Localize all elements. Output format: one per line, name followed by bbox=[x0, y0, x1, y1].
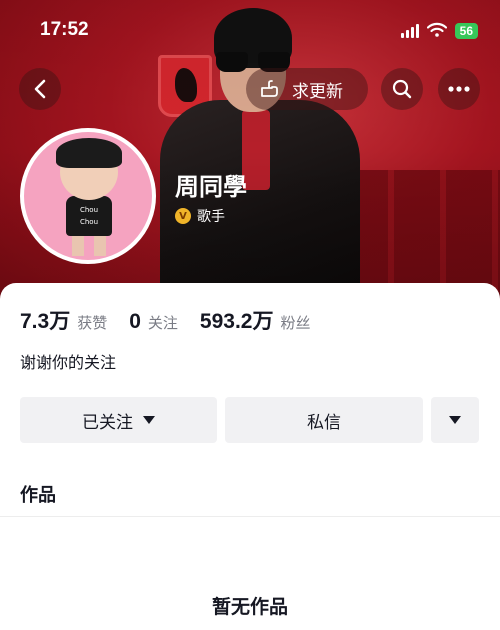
empty-state-text: 暂无作品 bbox=[211, 596, 288, 618]
more-dots-icon bbox=[448, 86, 470, 92]
followed-label: 已关注 bbox=[82, 412, 133, 433]
avatar-shirt-print: Chou Chou bbox=[79, 206, 99, 226]
stat-likes[interactable]: 7.3万 获赞 bbox=[20, 305, 107, 335]
profile-tag: V 歌手 bbox=[175, 206, 225, 226]
expand-button[interactable] bbox=[431, 397, 479, 443]
status-time: 17:52 bbox=[40, 19, 89, 40]
stat-label: 粉丝 bbox=[280, 314, 311, 332]
profile-name: 周同學 bbox=[175, 173, 247, 201]
message-button[interactable]: 私信 bbox=[225, 397, 423, 443]
stat-value: 593.2万 bbox=[199, 310, 274, 333]
back-button[interactable] bbox=[19, 68, 61, 110]
caret-down-icon bbox=[449, 416, 461, 424]
stat-following[interactable]: 0 关注 bbox=[129, 310, 178, 334]
divider bbox=[0, 516, 500, 517]
profile-card: 7.3万 获赞 0 关注 593.2万 粉丝 谢谢你的关注 已关注 私信 作品 … bbox=[0, 283, 500, 630]
pointing-hand-icon bbox=[261, 80, 278, 97]
battery-icon: 56 bbox=[454, 23, 478, 39]
wifi-icon bbox=[426, 22, 447, 41]
verified-badge-icon: V bbox=[175, 208, 191, 224]
followed-button[interactable]: 已关注 bbox=[20, 397, 217, 443]
stat-value: 0 bbox=[129, 310, 141, 333]
more-button[interactable] bbox=[438, 68, 480, 110]
profile-bio: 谢谢你的关注 bbox=[20, 353, 117, 372]
signal-icon bbox=[400, 24, 419, 38]
search-button[interactable] bbox=[381, 68, 423, 110]
stats-row: 7.3万 获赞 0 关注 593.2万 粉丝 bbox=[20, 305, 333, 335]
request-update-label: 求更新 bbox=[292, 81, 343, 102]
caret-down-icon bbox=[143, 416, 155, 424]
tab-works[interactable]: 作品 bbox=[20, 481, 56, 507]
status-icons: 56 bbox=[400, 22, 478, 41]
avatar[interactable]: Chou Chou bbox=[20, 128, 156, 264]
request-update-button[interactable]: 求更新 bbox=[246, 68, 368, 110]
chevron-left-icon bbox=[34, 79, 46, 99]
message-label: 私信 bbox=[307, 412, 341, 433]
search-icon bbox=[392, 79, 412, 99]
stat-followers[interactable]: 593.2万 粉丝 bbox=[200, 305, 311, 335]
stat-label: 关注 bbox=[147, 314, 178, 332]
action-row: 已关注 私信 bbox=[20, 397, 479, 443]
stat-value: 7.3万 bbox=[20, 310, 71, 333]
stat-label: 获赞 bbox=[77, 314, 108, 332]
profile-tag-label: 歌手 bbox=[197, 209, 225, 225]
